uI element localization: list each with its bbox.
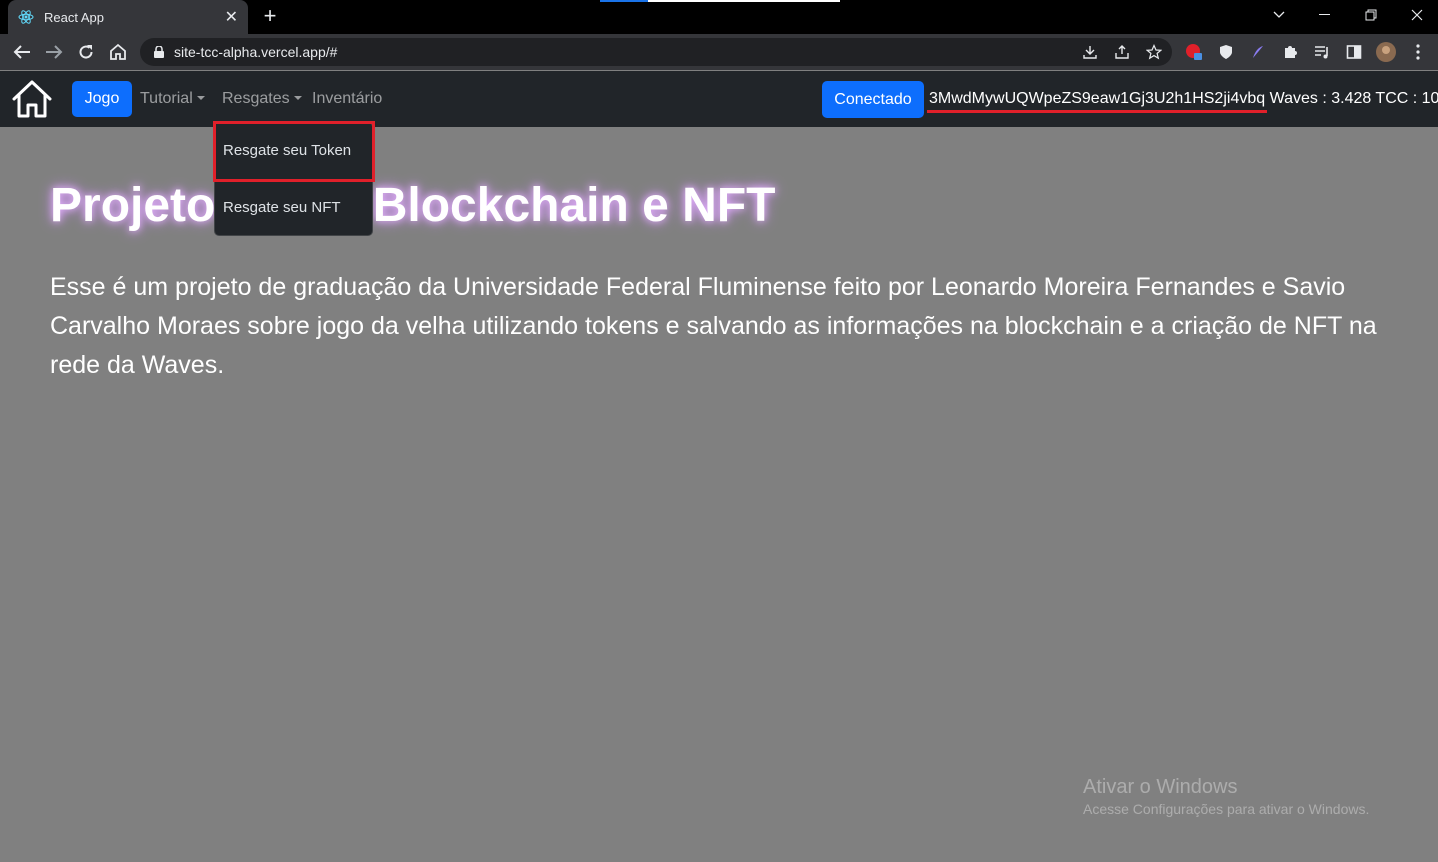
install-icon[interactable]: [1080, 42, 1100, 62]
wallet-info: 3MwdMywUQWpeZS9eaw1Gj3U2h1HS2ji4vbq Wave…: [926, 90, 1438, 113]
jogo-button[interactable]: Jogo: [72, 81, 132, 117]
browser-toolbar: site-tcc-alpha.vercel.app/#: [0, 34, 1438, 70]
wallet-address: 3MwdMywUQWpeZS9eaw1Gj3U2h1HS2ji4vbq: [926, 90, 1268, 113]
loading-indicator: [600, 0, 840, 2]
react-icon: [18, 10, 34, 24]
tab-title: React App: [44, 9, 104, 25]
extension-feather-icon[interactable]: [1248, 42, 1268, 62]
side-panel-icon[interactable]: [1344, 42, 1364, 62]
page-description: Esse é um projeto de graduação da Univer…: [50, 273, 1377, 379]
tutorial-dropdown[interactable]: Tutorial: [140, 90, 205, 108]
wallet-balances: Waves : 3.428 TCC : 108: [1269, 90, 1438, 107]
browser-tabbar: React App ✕ +: [0, 0, 1438, 34]
minimize-button[interactable]: [1302, 0, 1348, 30]
conectado-button[interactable]: Conectado: [822, 81, 924, 118]
bookmark-star-icon[interactable]: [1144, 42, 1164, 62]
dropdown-item-resgate-nft[interactable]: Resgate seu NFT: [223, 199, 341, 216]
browser-tab[interactable]: React App ✕: [8, 0, 248, 34]
extension-shield-icon[interactable]: [1216, 42, 1236, 62]
extensions-puzzle-icon[interactable]: [1280, 42, 1300, 62]
app-navbar: Jogo Tutorial Resgates Inventário Conect…: [0, 71, 1438, 127]
inventario-link[interactable]: Inventário: [312, 90, 382, 108]
highlight-annotation: [213, 121, 375, 182]
profile-avatar[interactable]: [1376, 42, 1396, 62]
windows-watermark-title: Ativar o Windows: [1083, 776, 1238, 798]
home-icon[interactable]: [11, 79, 53, 119]
resgates-dropdown[interactable]: Resgates: [222, 90, 302, 108]
menu-kebab-icon[interactable]: [1408, 42, 1428, 62]
tutorial-label: Tutorial: [140, 90, 193, 107]
url-text: site-tcc-alpha.vercel.app/#: [174, 44, 338, 60]
extension-red-icon[interactable]: [1184, 42, 1204, 62]
home-button[interactable]: [106, 40, 130, 64]
close-tab-icon[interactable]: ✕: [225, 7, 238, 27]
caret-down-icon: [196, 96, 205, 100]
address-bar[interactable]: site-tcc-alpha.vercel.app/#: [140, 38, 1172, 66]
page-title: Projeto sobre Blockchain e NFT: [50, 179, 776, 232]
new-tab-button[interactable]: +: [258, 4, 282, 28]
lock-icon: [154, 46, 164, 58]
tab-search-icon[interactable]: [1256, 0, 1302, 30]
back-button[interactable]: [10, 40, 34, 64]
forward-button[interactable]: [42, 40, 66, 64]
media-queue-icon[interactable]: [1312, 42, 1332, 62]
close-window-button[interactable]: [1394, 0, 1438, 30]
reload-button[interactable]: [74, 40, 98, 64]
restore-button[interactable]: [1348, 0, 1394, 30]
caret-down-icon: [293, 96, 302, 100]
windows-watermark-subtitle: Acesse Configurações para ativar o Windo…: [1083, 801, 1370, 817]
resgates-label: Resgates: [222, 90, 290, 107]
share-icon[interactable]: [1112, 42, 1132, 62]
